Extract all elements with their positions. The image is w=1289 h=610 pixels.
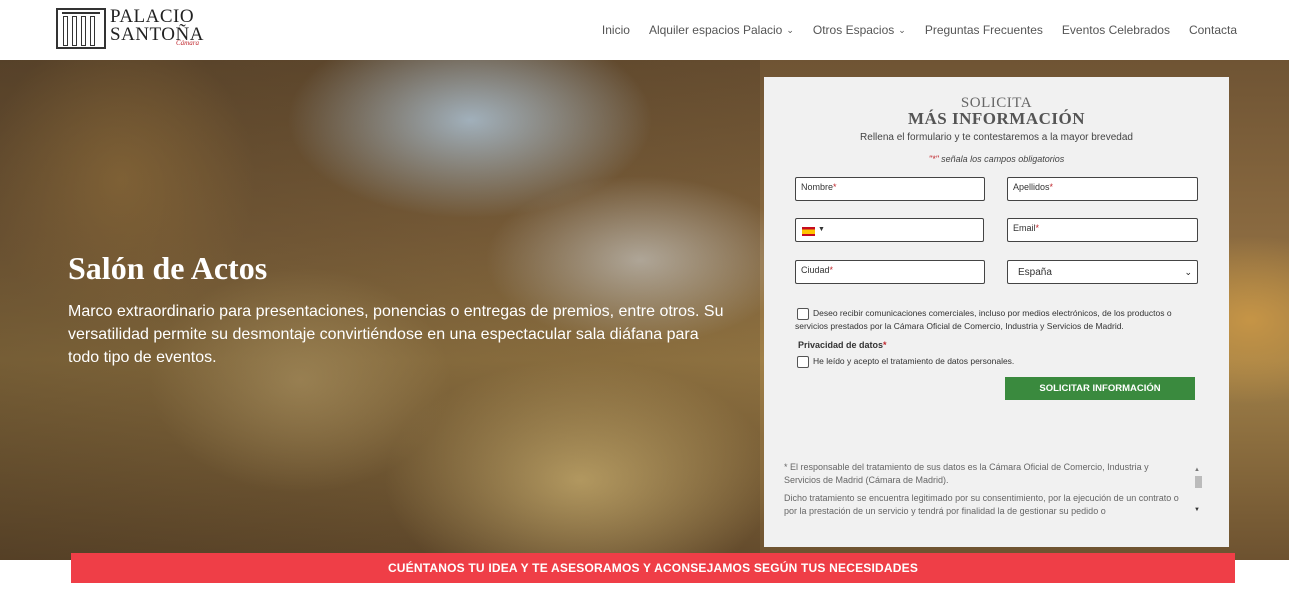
caret-down-icon[interactable]: ▼ [818,226,825,233]
marketing-consent-text: Deseo recibir comunicaciones comerciales… [795,308,1172,331]
cta-banner[interactable]: CUÉNTANOS TU IDEA Y TE ASESORAMOS Y ACON… [71,553,1235,583]
nav-label: Alquiler espacios Palacio [648,23,783,37]
ciudad-field[interactable]: Ciudad* [795,260,985,284]
email-field[interactable]: Email* [1007,218,1198,242]
site-header: PALACIO SANTOÑA Cámara Inicio Alquiler e… [0,0,1289,60]
nav-item-inicio[interactable]: Inicio [602,23,630,37]
required-marker: "*" [928,154,939,164]
required-note-text: señala los campos obligatorios [938,154,1065,164]
site-logo[interactable]: PALACIO SANTOÑA Cámara [56,6,203,50]
required-note: "*" señala los campos obligatorios [764,154,1229,164]
nav-item-alquiler[interactable]: Alquiler espacios Palacio ⌄ [649,23,794,37]
palace-icon [56,8,106,49]
field-label: Email* [1013,223,1040,233]
nav-label: Otros Espacios [812,23,895,37]
privacy-check-text: He leído y acepto el tratamiento de dato… [813,356,1015,366]
chevron-down-icon: ⌄ [1184,267,1192,277]
field-label: Apellidos* [1013,182,1054,192]
scroll-thumb[interactable] [1195,476,1202,488]
nav-item-otros-espacios[interactable]: Otros Espacios ⌄ [813,23,906,37]
scroll-up-icon[interactable]: ▲ [1194,467,1200,473]
nav-item-preguntas[interactable]: Preguntas Frecuentes [925,23,1043,37]
country-selected-value: España [1018,267,1052,278]
nav-item-eventos[interactable]: Eventos Celebrados [1062,23,1170,37]
field-label: Ciudad* [801,265,834,275]
privacy-label: Privacidad de datos* [798,340,887,350]
hero-description: Marco extraordinario para presentaciones… [68,303,724,366]
field-label: Nombre* [801,182,837,192]
hero-title: Salón de Actos [68,250,268,286]
form-subtitle: Rellena el formulario y te contestaremos… [860,132,1133,143]
legal-paragraph: Dicho tratamiento se encuentra legitimad… [784,493,1179,516]
nav-label: Eventos Celebrados [1061,23,1170,37]
spain-flag-icon[interactable] [802,227,815,236]
legal-paragraph: * El responsable del tratamiento de sus … [784,462,1149,485]
scroll-down-icon[interactable]: ▼ [1194,507,1200,513]
chevron-down-icon: ⌄ [786,25,794,35]
main-nav: Inicio Alquiler espacios Palacio ⌄ Otros … [583,23,1237,37]
logo-subtext: Cámara [176,39,199,47]
legal-text[interactable]: * El responsable del tratamiento de sus … [784,461,1184,523]
nav-label: Preguntas Frecuentes [924,23,1043,37]
info-request-form: SOLICITA MÁS INFORMACIÓN Rellena el form… [764,77,1229,547]
chevron-down-icon: ⌄ [898,25,906,35]
nav-label: Inicio [601,23,630,37]
privacy-checkbox[interactable] [797,356,809,368]
apellidos-field[interactable]: Apellidos* [1007,177,1198,201]
nav-item-contacta[interactable]: Contacta [1189,23,1237,37]
nombre-field[interactable]: Nombre* [795,177,985,201]
country-select[interactable]: España ⌄ [1007,260,1198,284]
legal-scrollbar[interactable]: ▲ ▼ [1194,467,1202,515]
phone-field[interactable]: ▼ [795,218,984,242]
form-title-main: MÁS INFORMACIÓN [907,109,1086,128]
submit-button[interactable]: SOLICITAR INFORMACIÓN [1005,377,1195,400]
nav-label: Contacta [1188,23,1237,37]
